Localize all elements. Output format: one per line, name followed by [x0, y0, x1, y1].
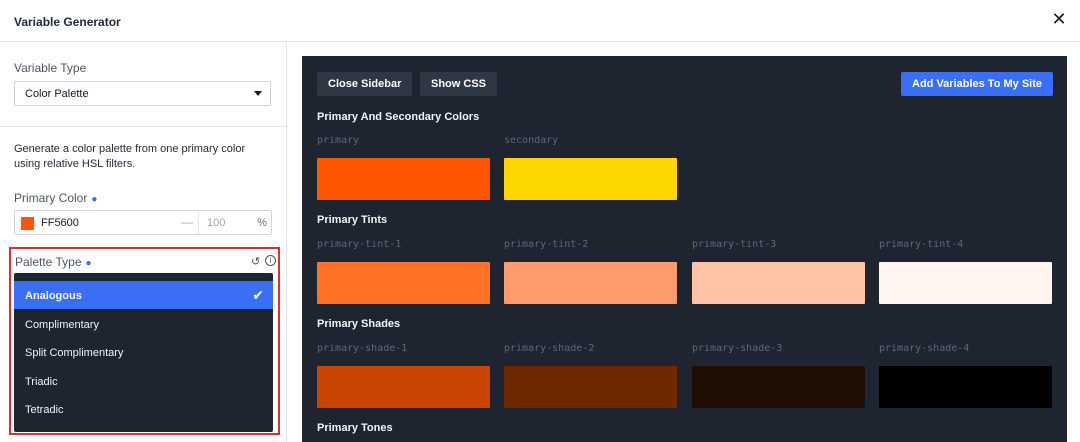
palette-option-split-complimentary[interactable]: Split Complimentary [14, 338, 273, 366]
color-swatch[interactable] [317, 158, 490, 200]
required-dot-icon: ● [85, 258, 92, 269]
palette-description: Generate a color palette from one primar… [14, 143, 246, 170]
field-separator [198, 211, 199, 234]
swatch-label: primary-shade-1 [317, 343, 408, 354]
variable-type-label: Variable Type [14, 61, 87, 75]
add-variables-button[interactable]: Add Variables To My Site [901, 72, 1053, 96]
variable-type-value: Color Palette [25, 88, 89, 100]
palette-option-analogous[interactable]: Analogous ✔ [14, 281, 273, 309]
sidebar-divider [0, 126, 287, 127]
color-swatch[interactable] [317, 262, 490, 304]
section-title: Primary Tones [317, 422, 393, 434]
color-swatch[interactable] [692, 262, 865, 304]
color-swatch[interactable] [504, 158, 677, 200]
section-title: Primary Shades [317, 318, 401, 330]
swatch-label: primary-shade-3 [692, 343, 783, 354]
palette-preview-panel: Close Sidebar Show CSS Add Variables To … [302, 56, 1067, 442]
variable-type-select[interactable]: Color Palette [14, 81, 271, 106]
swatch-label: primary [317, 135, 360, 146]
primary-color-label: Primary Color [14, 191, 88, 205]
palette-option-triadic[interactable]: Triadic [14, 367, 273, 395]
sidebar: Variable Type Color Palette Generate a c… [0, 42, 287, 442]
swatch-label: secondary [504, 135, 559, 146]
opacity-dash: — [181, 215, 193, 229]
modal-title: Variable Generator [14, 15, 121, 29]
color-swatch[interactable] [504, 262, 677, 304]
opacity-input[interactable]: 100 [207, 217, 225, 229]
color-swatch[interactable] [504, 366, 677, 408]
check-icon: ✔ [252, 287, 264, 303]
palette-option-tetradic[interactable]: Tetradic [14, 395, 273, 423]
caret-down-icon [254, 91, 262, 96]
opacity-unit: % [257, 217, 267, 229]
section-title: Primary Tints [317, 214, 388, 226]
reset-icon[interactable]: ↺ [251, 255, 260, 268]
primary-color-swatch[interactable] [21, 217, 34, 230]
palette-type-group: Palette Type ● ↺ i Analogous ✔ Compliment… [9, 247, 280, 435]
swatch-label: primary-tint-1 [317, 239, 402, 250]
palette-option-complimentary[interactable]: Complimentary [14, 310, 273, 338]
swatch-label: primary-shade-4 [879, 343, 970, 354]
required-dot-icon: ● [91, 194, 98, 205]
main-area: Close Sidebar Show CSS Add Variables To … [288, 42, 1080, 442]
info-icon[interactable]: i [265, 255, 276, 266]
swatch-label: primary-shade-2 [504, 343, 595, 354]
palette-type-label-row: Palette Type ● [15, 255, 92, 269]
modal-header: Variable Generator ✕ [0, 0, 1080, 42]
palette-type-label: Palette Type [15, 255, 82, 269]
swatch-label: primary-tint-4 [879, 239, 964, 250]
primary-color-label-row: Primary Color ● [14, 191, 97, 205]
color-swatch[interactable] [879, 262, 1052, 304]
color-swatch[interactable] [879, 366, 1052, 408]
primary-color-hex[interactable]: FF5600 [41, 217, 79, 229]
swatch-label: primary-tint-2 [504, 239, 589, 250]
primary-color-field[interactable]: FF5600 — 100 % [14, 210, 272, 235]
close-sidebar-button[interactable]: Close Sidebar [317, 72, 413, 96]
close-icon[interactable]: ✕ [1050, 10, 1068, 28]
show-css-button[interactable]: Show CSS [420, 72, 498, 96]
section-title: Primary And Secondary Colors [317, 111, 480, 123]
color-swatch[interactable] [692, 366, 865, 408]
color-swatch[interactable] [317, 366, 490, 408]
palette-type-dropdown: Analogous ✔ Complimentary Split Complime… [14, 273, 273, 432]
swatch-label: primary-tint-3 [692, 239, 777, 250]
